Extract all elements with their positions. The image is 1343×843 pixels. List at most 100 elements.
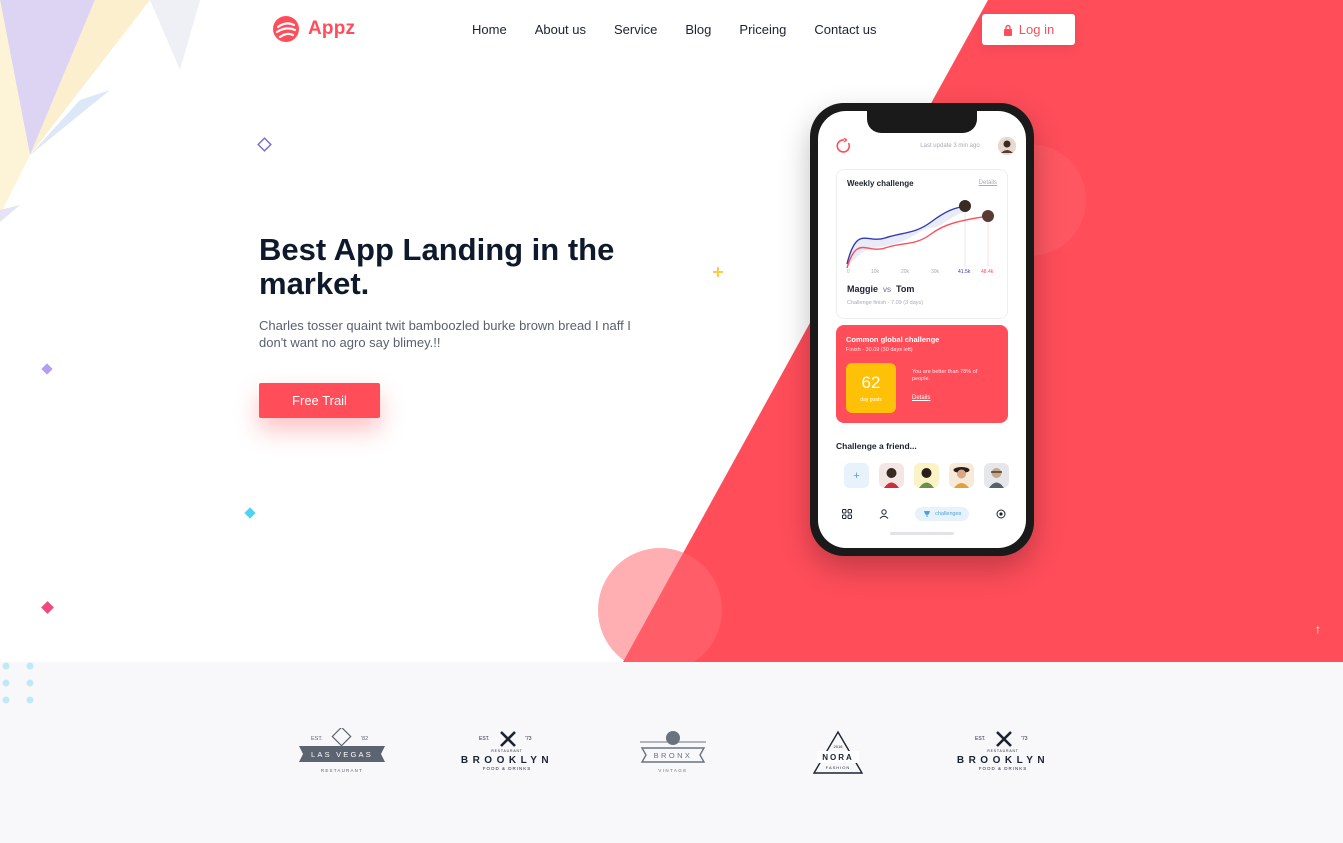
tick-0: 0 xyxy=(847,269,850,275)
partners-section: EST. '82 LAS VEGAS RESTAURANT EST. '73 R… xyxy=(0,662,1343,843)
nav-about-us[interactable]: About us xyxy=(535,22,586,37)
global-challenge-subtitle: Finish - 30.09 (30 days left) xyxy=(846,347,913,353)
plus-yellow-icon xyxy=(713,267,723,277)
bk2-title: BROOKLYN xyxy=(957,755,1049,766)
nav-home[interactable]: Home xyxy=(472,22,507,37)
player-b: Tom xyxy=(896,284,915,294)
login-label: Log in xyxy=(1018,22,1055,37)
bk1-year: '73 xyxy=(525,736,532,742)
geometric-decoration xyxy=(0,0,200,222)
maggie-avatar-marker xyxy=(959,200,971,212)
global-challenge-card[interactable]: Common global challenge Finish - 30.09 (… xyxy=(836,325,1008,423)
login-button[interactable]: Log in xyxy=(982,14,1075,45)
user-avatar[interactable] xyxy=(997,137,1016,155)
bronx-sub: VINTAGE xyxy=(658,768,687,773)
user-avatar-icon xyxy=(997,137,1016,155)
tab-challenges[interactable]: challenges xyxy=(915,507,970,521)
bk2-year: '73 xyxy=(1021,736,1028,742)
grid-icon[interactable] xyxy=(842,509,852,519)
appz-logo-icon xyxy=(273,16,299,42)
nav-blog[interactable]: Blog xyxy=(685,22,711,37)
bk1-est: EST. xyxy=(479,736,490,742)
hero-section: Appz Home About us Service Blog Priceing… xyxy=(0,0,1343,662)
friend-avatar[interactable] xyxy=(949,463,974,488)
player-a: Maggie xyxy=(847,284,879,294)
partner-logo-brooklyn[interactable]: EST. '73 RESTAURANT BROOKLYN FOOD & DRIN… xyxy=(455,728,560,776)
friend-avatar[interactable] xyxy=(984,463,1009,488)
score-label: day goals xyxy=(860,397,882,403)
brand[interactable]: Appz xyxy=(272,15,355,43)
lv-sub: RESTAURANT xyxy=(321,768,363,773)
partner-logo-nora[interactable]: 2016 NORA FASHION xyxy=(811,728,865,776)
challenge-friend-title: Challenge a friend... xyxy=(836,441,917,451)
score-value: 62 xyxy=(861,373,881,392)
lock-icon xyxy=(1003,24,1012,36)
nora-sub: FASHION xyxy=(826,765,851,770)
global-challenge-title: Common global challenge xyxy=(846,335,940,344)
partner-logo-bronx[interactable]: BRONX VINTAGE xyxy=(638,728,708,776)
nav-service[interactable]: Service xyxy=(614,22,657,37)
trophy-icon xyxy=(924,511,931,517)
lv-year: '82 xyxy=(361,736,368,742)
diamond-purple-icon xyxy=(41,363,53,375)
tab-challenges-label: challenges xyxy=(935,511,962,517)
friend-avatar[interactable] xyxy=(914,463,939,488)
diamond-pink-icon xyxy=(41,601,54,614)
last-update-text: Last update 3 min ago xyxy=(920,143,980,149)
brand-name: Appz xyxy=(308,18,356,39)
value-b: 48.4k xyxy=(981,269,994,275)
target-icon[interactable] xyxy=(996,509,1006,519)
scroll-to-top-button[interactable]: ↑ xyxy=(1306,617,1330,641)
diamond-outline-icon xyxy=(257,137,272,152)
profile-icon[interactable] xyxy=(879,509,889,519)
partner-logo-brooklyn-2[interactable]: EST. '73 RESTAURANT BROOKLYN FOOD & DRIN… xyxy=(951,728,1056,776)
lv-title: LAS VEGAS xyxy=(311,750,373,759)
friend-avatar[interactable] xyxy=(879,463,904,488)
dots-decoration xyxy=(2,662,34,704)
diamond-cyan-icon xyxy=(244,507,256,519)
friend-avatar-icon xyxy=(989,468,1004,488)
home-indicator xyxy=(890,532,954,535)
vs-label: vs xyxy=(883,285,892,294)
phone-mockup: Last update 3 min ago Weekly challenge D… xyxy=(810,103,1034,556)
nav-contact-us[interactable]: Contact us xyxy=(814,22,876,37)
friend-avatar-icon xyxy=(953,467,970,488)
refresh-icon[interactable] xyxy=(836,138,852,154)
value-a: 41.5k xyxy=(958,269,971,275)
app-tabbar: challenges xyxy=(842,507,1006,521)
global-details-link[interactable]: Details xyxy=(912,395,930,401)
score-box: 62 day goals xyxy=(846,363,896,413)
app-header: Last update 3 min ago xyxy=(836,137,1016,155)
lv-est: EST. xyxy=(311,736,323,742)
weekly-progress-graph xyxy=(846,200,994,269)
las-vegas-logo-icon: EST. '82 LAS VEGAS RESTAURANT xyxy=(299,728,385,773)
friends-row: + xyxy=(844,463,1009,488)
players: Maggie vs Tom xyxy=(847,284,914,294)
nav-priceing[interactable]: Priceing xyxy=(739,22,786,37)
tick-30k: 30k xyxy=(931,269,940,275)
brooklyn-logo-icon: EST. '73 RESTAURANT BROOKLYN FOOD & DRIN… xyxy=(461,731,553,771)
bk2-top: RESTAURANT xyxy=(987,749,1019,753)
bk1-title: BROOKLYN xyxy=(461,755,553,766)
add-friend-button[interactable]: + xyxy=(844,463,869,488)
nora-logo-icon: 2016 NORA FASHION xyxy=(812,730,864,774)
hero-description: Charles tosser quaint twit bamboozled bu… xyxy=(259,318,631,350)
friend-avatar-icon xyxy=(919,468,934,488)
bk2-sub: FOOD & DRINKS xyxy=(979,766,1028,771)
partner-logo-las-vegas[interactable]: EST. '82 LAS VEGAS RESTAURANT xyxy=(297,728,387,776)
weekly-challenge-card[interactable]: Weekly challenge Details 0 10k 20k 30k 4… xyxy=(836,169,1008,319)
bronx-title: BRONX xyxy=(654,751,693,760)
tick-20k: 20k xyxy=(901,269,910,275)
hero-title: Best App Landing in the market. xyxy=(259,232,615,301)
main-nav: Home About us Service Blog Priceing Cont… xyxy=(472,22,877,37)
nora-title: NORA xyxy=(822,753,854,762)
weekly-details-link[interactable]: Details xyxy=(979,180,997,186)
bronx-logo-icon: BRONX VINTAGE xyxy=(640,731,706,773)
friend-avatar-icon xyxy=(884,468,899,488)
bk2-est: EST. xyxy=(975,736,986,742)
free-trial-button[interactable]: Free Trail xyxy=(259,383,380,418)
phone-notch xyxy=(867,111,977,133)
phone-screen: Last update 3 min ago Weekly challenge D… xyxy=(818,111,1026,548)
weekly-challenge-title: Weekly challenge xyxy=(847,179,914,188)
brooklyn-logo-icon: EST. '73 RESTAURANT BROOKLYN FOOD & DRIN… xyxy=(957,731,1049,771)
